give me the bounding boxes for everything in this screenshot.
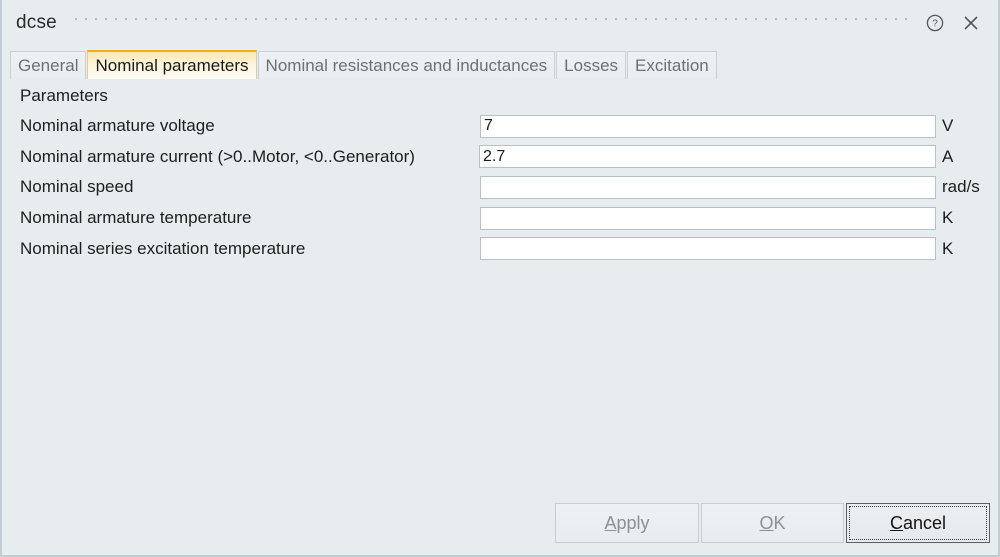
- cancel-mnemonic: C: [889, 512, 903, 533]
- label-nominal-armature-current: Nominal armature current (>0..Motor, <0.…: [20, 146, 415, 166]
- form-row-nominal-speed: Nominal speed rad/s: [2, 172, 998, 203]
- ok-button[interactable]: OK: [701, 503, 844, 543]
- tab-bar: General Nominal parameters Nominal resis…: [2, 48, 998, 79]
- apply-mnemonic: A: [604, 512, 617, 533]
- dialog-window: dcse ? General Nominal parameters Nomina…: [0, 0, 1000, 557]
- dialog-button-bar: Apply OK Cancel: [2, 503, 998, 547]
- help-circle-icon[interactable]: ?: [924, 12, 946, 34]
- apply-button-label: Apply: [604, 513, 649, 534]
- apply-rest: pply: [616, 512, 650, 533]
- title-bar-buttons: ?: [924, 12, 982, 34]
- unit-nominal-armature-current: A: [942, 146, 954, 166]
- section-title-parameters: Parameters: [20, 86, 108, 105]
- input-nominal-armature-current[interactable]: [479, 145, 936, 169]
- title-drag-grip[interactable]: [74, 16, 914, 30]
- label-nominal-armature-voltage: Nominal armature voltage: [20, 116, 215, 136]
- ok-mnemonic: O: [759, 512, 774, 533]
- tab-nominal-parameters[interactable]: Nominal parameters: [87, 50, 257, 79]
- title-bar: dcse ?: [2, 0, 998, 46]
- form-row-nominal-armature-current: Nominal armature current (>0..Motor, <0.…: [2, 142, 998, 173]
- tab-general[interactable]: General: [10, 51, 87, 79]
- ok-button-label: OK: [759, 513, 785, 534]
- label-nominal-series-excitation-temperature: Nominal series excitation temperature: [20, 238, 306, 258]
- label-nominal-speed: Nominal speed: [20, 177, 134, 197]
- form-row-nominal-armature-voltage: Nominal armature voltage V: [2, 111, 998, 142]
- form-row-nominal-series-excitation-temperature: Nominal series excitation temperature K: [2, 233, 998, 264]
- input-nominal-armature-voltage[interactable]: [480, 114, 936, 138]
- ok-rest: K: [773, 512, 786, 533]
- input-nominal-speed[interactable]: [480, 175, 936, 199]
- label-nominal-armature-temperature: Nominal armature temperature: [20, 208, 252, 228]
- tab-nominal-resistances-and-inductances[interactable]: Nominal resistances and inductances: [257, 51, 556, 79]
- unit-nominal-armature-voltage: V: [942, 116, 954, 136]
- cancel-button[interactable]: Cancel: [846, 503, 990, 543]
- input-nominal-series-excitation-temperature[interactable]: [480, 237, 936, 261]
- svg-text:?: ?: [932, 19, 938, 30]
- window-title: dcse: [16, 12, 57, 33]
- unit-nominal-armature-temperature: K: [942, 208, 954, 228]
- form-row-nominal-armature-temperature: Nominal armature temperature K: [2, 203, 998, 234]
- parameters-form: Nominal armature voltage V Nominal armat…: [2, 111, 998, 264]
- apply-button[interactable]: Apply: [555, 503, 699, 543]
- cancel-rest: ancel: [902, 512, 947, 533]
- unit-nominal-speed: rad/s: [942, 177, 980, 197]
- close-icon[interactable]: [960, 12, 982, 34]
- input-nominal-armature-temperature[interactable]: [480, 206, 936, 230]
- tab-panel-nominal-parameters: Parameters Nominal armature voltage V No…: [2, 79, 998, 555]
- cancel-button-label: Cancel: [890, 513, 946, 534]
- unit-nominal-series-excitation-temperature: K: [942, 238, 954, 258]
- tab-excitation[interactable]: Excitation: [627, 51, 717, 79]
- tab-losses[interactable]: Losses: [556, 51, 627, 79]
